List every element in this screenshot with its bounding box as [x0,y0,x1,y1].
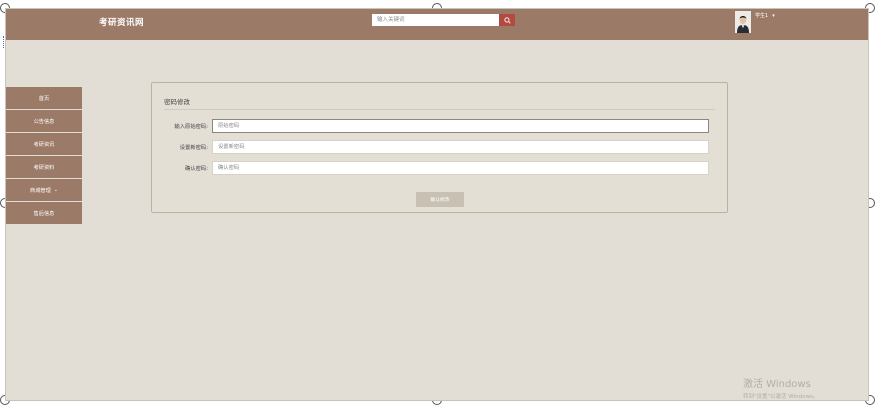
sidebar-item-label: 商城管理 [30,187,51,194]
old-password-field[interactable] [212,119,709,133]
form-row-new-password: 设置新密码: [152,140,727,154]
user-menu[interactable]: 学生1 ▾ [755,12,775,20]
sidebar-item-announcements[interactable]: 公告信息 [6,110,82,132]
chevron-down-icon: ▾ [772,12,775,19]
search-icon [503,16,511,24]
search-input[interactable] [372,14,499,26]
new-password-label: 设置新密码: [179,145,208,151]
sidebar-item-label: 售后信息 [33,210,55,217]
sidebar-item-label: 考研资料 [33,164,55,171]
avatar-icon [735,11,751,33]
search-button[interactable] [499,14,515,26]
sidebar-item-label: 考研资讯 [33,141,55,148]
brand-logo[interactable]: 考研资讯网 [99,16,144,28]
old-password-label: 输入原始密码: [174,124,208,130]
sidebar-item-materials[interactable]: 考研资料 [6,156,82,178]
watermark-title: 激活 Windows [743,379,811,390]
username-label: 学生1 [755,13,769,19]
sidebar-item-shop-management[interactable]: 商城管理 ⌄ [6,179,82,201]
windows-activation-watermark: 激活 Windows 转到"设置"以激活 Windows。 [743,375,818,400]
sidebar-item-home[interactable]: 首页 [6,87,82,109]
form-row-confirm-password: 确认密码: [152,161,727,175]
sidebar-nav: 首页 公告信息 考研资讯 考研资料 商城管理 ⌄ 售后信息 [6,87,82,224]
confirm-password-field[interactable] [212,161,709,175]
form-row-old-password: 输入原始密码: [152,119,727,133]
confirm-change-button[interactable]: 确认修改 [416,192,464,207]
search-bar [372,14,515,26]
sidebar-item-after-sales[interactable]: 售后信息 [6,202,82,224]
new-password-field[interactable] [212,140,709,154]
watermark-subtitle: 转到"设置"以激活 Windows。 [743,394,819,400]
password-change-panel: 密码修改 输入原始密码: 设置新密码: 确认密码: 确认修改 [151,82,728,213]
sidebar-item-label: 公告信息 [33,118,55,125]
app-window: 考研资讯网 学生1 ▾ 首页 [5,8,869,401]
chevron-down-icon: ⌄ [53,187,58,193]
header-bar: 考研资讯网 学生1 ▾ [6,9,868,40]
confirm-password-label: 确认密码: [185,166,208,172]
sidebar-item-label: 首页 [38,95,50,102]
user-avatar[interactable] [735,11,751,33]
sidebar-item-news[interactable]: 考研资讯 [6,133,82,155]
panel-divider [164,109,715,110]
panel-title: 密码修改 [164,98,190,106]
selection-marker [3,36,5,48]
